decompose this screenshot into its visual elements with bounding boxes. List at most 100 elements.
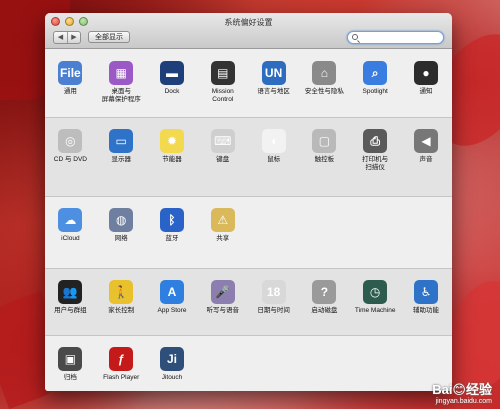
pref-mission-control[interactable]: ▤ Mission Control (197, 49, 248, 117)
pref-label: CD 与 DVD (53, 156, 88, 163)
row-divider (45, 268, 452, 269)
pref-flash-player[interactable]: ƒ Flash Player (96, 335, 147, 391)
cloud-icon: ☁ (58, 208, 83, 232)
pref-icloud[interactable]: ☁ iCloud (45, 196, 96, 268)
pref-energy-saver[interactable]: ✹ 节能器 (147, 117, 198, 196)
pref-label: 语言与地区 (257, 88, 290, 95)
keyboard-icon: ⌨ (210, 129, 235, 153)
app-store-icon: A (159, 280, 184, 304)
desktop-icon: ▦ (109, 61, 134, 85)
pref-label: 听写与语音 (206, 307, 240, 314)
pref-trackpad[interactable]: ▢ 触控板 (299, 117, 350, 196)
pref-label: Flash Player (103, 374, 140, 381)
archive-icon: ▣ (58, 347, 83, 371)
pref-label: 触控板 (314, 156, 335, 163)
pref-mouse[interactable]: ◖ 鼠标 (248, 117, 299, 196)
bluetooth-icon: ᛒ (159, 208, 184, 232)
window-title: 系统偏好设置 (224, 18, 273, 27)
pref-cd-dvd[interactable]: ◎ CD 与 DVD (45, 117, 96, 196)
row-divider (45, 335, 452, 336)
watermark: Bai😊经验 jingyan.baidu.com (432, 379, 492, 405)
clock-icon: 18 (261, 280, 286, 304)
pref-general[interactable]: File 通用 (45, 49, 96, 117)
pref-label: 网络 (114, 235, 128, 242)
jitouch-icon: Ji (159, 347, 184, 371)
notifications-icon: ● (413, 61, 438, 85)
pref-label: Time Machine (354, 307, 396, 314)
mission-control-icon: ▤ (210, 61, 235, 85)
house-icon: ⌂ (312, 61, 337, 85)
pref-startup-disk[interactable]: ? 启动磁盘 (299, 268, 350, 335)
pref-spotlight[interactable]: ⌕ Spotlight (350, 49, 401, 117)
search-input[interactable] (361, 33, 439, 42)
pref-label: 鼠标 (267, 156, 281, 163)
system-preferences-window: 系统偏好设置 ◀ ▶ 全部显示 File 通用 ▦ 桌面与 屏幕保护程序 ▬ Dock ▤ M… (45, 13, 452, 391)
pref-dictation-speech[interactable]: 🎤 听写与语音 (197, 268, 248, 335)
pref-keyboard[interactable]: ⌨ 键盘 (197, 117, 248, 196)
pref-bluetooth[interactable]: ᛒ 蓝牙 (147, 196, 198, 268)
pref-users-groups[interactable]: 👥 用户与群组 (45, 268, 96, 335)
row-divider (45, 117, 452, 118)
pref-label: 辅助功能 (412, 307, 439, 314)
pref-language-region[interactable]: UN 语言与地区 (248, 49, 299, 117)
users-icon: 👥 (58, 280, 83, 304)
search-icon (352, 34, 358, 40)
pref-displays[interactable]: ▭ 显示器 (96, 117, 147, 196)
preferences-row: File 通用 ▦ 桌面与 屏幕保护程序 ▬ Dock ▤ Mission Control UN… (45, 49, 452, 117)
printer-icon: ⎙ (363, 129, 388, 153)
row-divider (45, 196, 452, 197)
pref-label: Mission Control (211, 88, 234, 103)
flash-icon: ƒ (109, 347, 134, 371)
pref-jitouch[interactable]: Ji Jitouch (147, 335, 198, 391)
pref-archive[interactable]: ▣ 归档 (45, 335, 96, 391)
pref-label: 家长控制 (108, 307, 135, 314)
parental-icon: 🚶 (109, 280, 134, 304)
pref-security-privacy[interactable]: ⌂ 安全性与隐私 (299, 49, 350, 117)
title-bar: 系统偏好设置 ◀ ▶ 全部显示 (45, 13, 452, 49)
pref-app-store[interactable]: A App Store (147, 268, 198, 335)
pref-label: 打印机与 扫描仪 (362, 156, 389, 171)
pref-label: 蓝牙 (165, 235, 179, 242)
pref-label: 声音 (419, 156, 433, 163)
accessibility-icon: ♿ (413, 280, 438, 304)
pref-desktop-screensaver[interactable]: ▦ 桌面与 屏幕保护程序 (96, 49, 147, 117)
back-button[interactable]: ◀ (54, 32, 67, 43)
flag-icon: UN (261, 61, 286, 85)
pref-label: 安全性与隐私 (304, 88, 344, 95)
pref-dock[interactable]: ▬ Dock (147, 49, 198, 117)
pref-label: 键盘 (216, 156, 230, 163)
pref-label: 桌面与 屏幕保护程序 (101, 88, 141, 103)
globe-icon: ◍ (109, 208, 134, 232)
pref-label: App Store (157, 307, 187, 314)
forward-button[interactable]: ▶ (67, 32, 80, 43)
preferences-row: 👥 用户与群组 🚶 家长控制 A App Store 🎤 听写与语音 18 日期与时间? 启动磁盘 ◷… (45, 268, 452, 335)
pref-sharing[interactable]: ⚠ 共享 (197, 196, 248, 268)
pref-label: 用户与群组 (54, 307, 87, 314)
pref-label: 节能器 (162, 156, 182, 163)
pref-parental-controls[interactable]: 🚶 家长控制 (96, 268, 147, 335)
pref-time-machine[interactable]: ◷ Time Machine (350, 268, 401, 335)
speaker-icon: ◀ (413, 129, 438, 153)
trackpad-icon: ▢ (312, 129, 337, 153)
preferences-row: ◎ CD 与 DVD ▭ 显示器 ✹ 节能器 ⌨ 键盘 ◖ 鼠标 ▢ 触控板 ⎙ 打印机与 扫描仪 ◀ 声音 (45, 117, 452, 196)
pref-sound[interactable]: ◀ 声音 (401, 117, 452, 196)
preferences-row: ☁ iCloud ◍ 网络 ᛒ 蓝牙 ⚠ 共享 (45, 196, 452, 268)
pref-label: iCloud (61, 235, 80, 242)
pref-notifications[interactable]: ● 通知 (401, 49, 452, 117)
microphone-icon: 🎤 (210, 280, 235, 304)
folder-icon: ⚠ (210, 208, 235, 232)
disk-icon: ? (312, 280, 337, 304)
pref-accessibility[interactable]: ♿ 辅助功能 (401, 268, 452, 335)
spotlight-icon: ⌕ (363, 61, 388, 85)
display-icon: ▭ (109, 129, 134, 153)
pref-label: 归档 (63, 374, 77, 381)
pref-label: 通用 (63, 88, 77, 95)
time-machine-icon: ◷ (363, 280, 388, 304)
disc-icon: ◎ (58, 129, 83, 153)
search-field[interactable] (347, 31, 444, 44)
pref-printers-scanners[interactable]: ⎙ 打印机与 扫描仪 (350, 117, 401, 196)
watermark-url: jingyan.baidu.com (435, 398, 492, 405)
pref-date-time[interactable]: 18 日期与时间 (248, 268, 299, 335)
pref-network[interactable]: ◍ 网络 (96, 196, 147, 268)
show-all-button[interactable]: 全部显示 (88, 31, 130, 43)
